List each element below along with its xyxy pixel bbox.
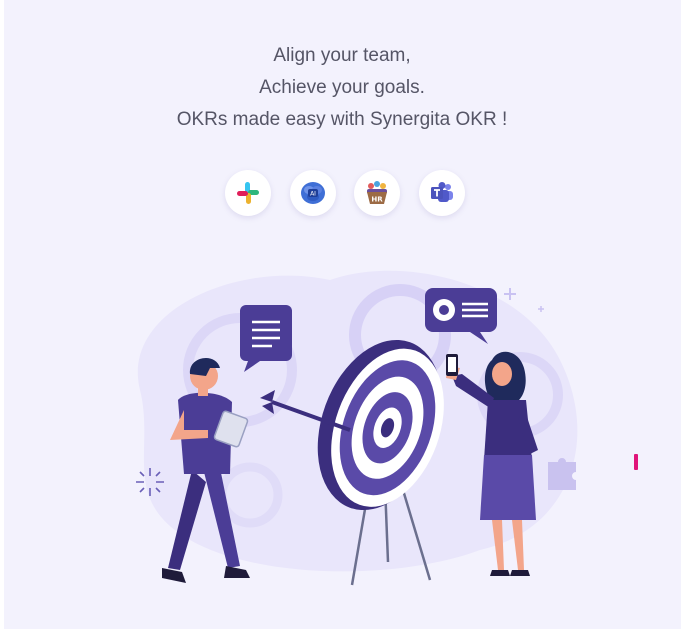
teams-integration-button[interactable] [418,170,465,216]
okr-target-illustration [136,270,578,586]
headline-line-3: OKRs made easy with Synergita OKR ! [176,109,508,130]
integration-icons-row: AI HR [225,170,465,220]
headline-line-1: Align your team, [273,45,411,66]
brain-ai-icon: AI [300,182,325,204]
sparkle-plus-2 [538,306,544,312]
headline-line-2: Achieve your goals. [259,77,425,98]
slack-icon [237,182,259,204]
puzzle-piece [548,458,576,490]
hr-integration-button[interactable]: HR [354,170,401,216]
slack-integration-button[interactable] [225,170,271,216]
hr-icon: HR [367,181,388,204]
ai-badge-text: AI [310,191,316,198]
okr-landing-panel: Align your team, Achieve your goals. OKR… [0,0,684,629]
accent-marker [634,454,638,470]
hero-headline: Align your team, Achieve your goals. OKR… [0,40,684,136]
hr-badge-text: HR [372,196,384,204]
sparkle-plus-1 [504,288,516,300]
microsoft-teams-icon [430,182,453,202]
ai-integration-button[interactable]: AI [289,170,336,216]
